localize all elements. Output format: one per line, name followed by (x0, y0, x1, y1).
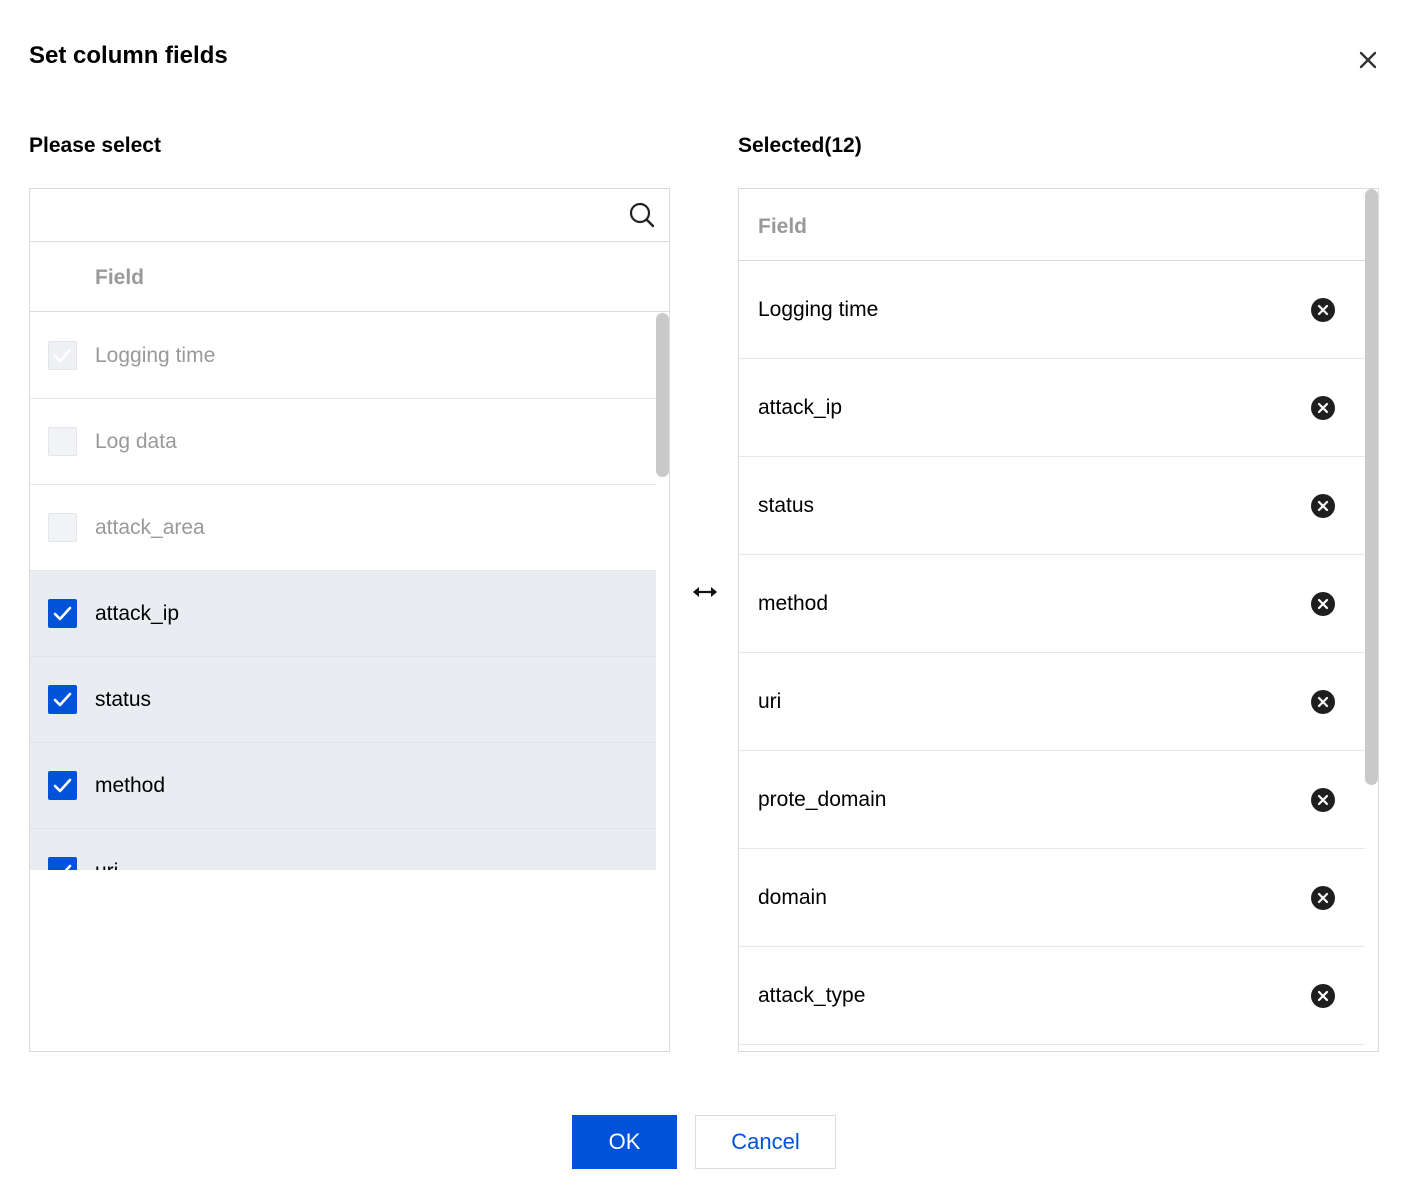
target-item-label: attack_ip (758, 396, 843, 419)
target-item-status: status (739, 457, 1365, 555)
close-circle-icon[interactable] (1310, 689, 1336, 715)
checkbox[interactable] (48, 599, 77, 628)
target-item-label: status (758, 494, 815, 517)
target-item-method: method (739, 555, 1365, 653)
dialog-title: Set column fields (29, 42, 228, 69)
close-circle-icon[interactable] (1310, 493, 1336, 519)
target-panel-title: Selected(12) (738, 134, 862, 157)
target-item-partial (739, 1045, 1365, 1051)
checkbox (48, 513, 77, 542)
source-column-header: Field (95, 266, 145, 289)
target-list[interactable]: Logging time attack_ip status method uri… (739, 261, 1365, 1051)
source-item-label: Log data (95, 430, 177, 453)
checkbox (48, 341, 77, 370)
close-circle-icon[interactable] (1310, 787, 1336, 813)
target-item-uri: uri (739, 653, 1365, 751)
close-circle-icon[interactable] (1310, 885, 1336, 911)
close-circle-icon[interactable] (1310, 591, 1336, 617)
close-circle-icon[interactable] (1310, 983, 1336, 1009)
source-table-header: Field (30, 242, 669, 312)
search-box (30, 189, 669, 242)
source-item-method[interactable]: method (30, 743, 656, 829)
source-item-log-data: Log data (30, 399, 656, 485)
source-item-status[interactable]: status (30, 657, 656, 743)
source-item-label: Logging time (95, 344, 216, 367)
target-item-label: method (758, 592, 829, 615)
swap-horizontal-icon (690, 580, 720, 604)
source-panel: Field Logging time Log data attack_area (29, 188, 670, 1052)
search-icon[interactable] (628, 201, 656, 229)
source-list[interactable]: Logging time Log data attack_area attack… (30, 313, 656, 870)
checkbox[interactable] (48, 685, 77, 714)
source-item-attack-ip[interactable]: attack_ip (30, 571, 656, 657)
target-item-label: prote_domain (758, 788, 887, 811)
source-item-uri[interactable]: uri (30, 829, 656, 870)
target-item-attack-type: attack_type (739, 947, 1365, 1045)
checkbox[interactable] (48, 771, 77, 800)
target-item-label: uri (758, 690, 782, 713)
close-circle-icon[interactable] (1310, 395, 1336, 421)
source-item-label: uri (95, 860, 118, 870)
source-item-label: attack_ip (95, 602, 180, 625)
checkbox (48, 427, 77, 456)
source-panel-title: Please select (29, 134, 161, 157)
source-scrollbar[interactable] (656, 313, 669, 477)
cancel-button[interactable]: Cancel (695, 1115, 836, 1169)
ok-button[interactable]: OK (572, 1115, 677, 1169)
target-panel: Field Logging time attack_ip status meth… (738, 188, 1379, 1052)
source-item-label: status (95, 688, 152, 711)
target-item-prote-domain: prote_domain (739, 751, 1365, 849)
source-item-logging-time: Logging time (30, 313, 656, 399)
source-item-label: method (95, 774, 166, 797)
set-column-fields-dialog: Set column fields Please select Selected… (0, 0, 1416, 1204)
checkbox[interactable] (48, 857, 77, 870)
source-item-attack-area: attack_area (30, 485, 656, 571)
source-item-label: attack_area (95, 516, 205, 539)
close-circle-icon[interactable] (1310, 297, 1336, 323)
target-column-header: Field (758, 215, 808, 238)
close-icon[interactable] (1354, 46, 1382, 74)
target-item-label: Logging time (758, 298, 879, 321)
target-item-attack-ip: attack_ip (739, 359, 1365, 457)
search-input[interactable] (30, 189, 620, 241)
target-item-label: domain (758, 886, 827, 909)
target-table-header: Field (739, 189, 1365, 261)
target-item-logging-time: Logging time (739, 261, 1365, 359)
target-scrollbar[interactable] (1365, 189, 1378, 785)
target-item-label: attack_type (758, 984, 866, 1007)
target-item-domain: domain (739, 849, 1365, 947)
